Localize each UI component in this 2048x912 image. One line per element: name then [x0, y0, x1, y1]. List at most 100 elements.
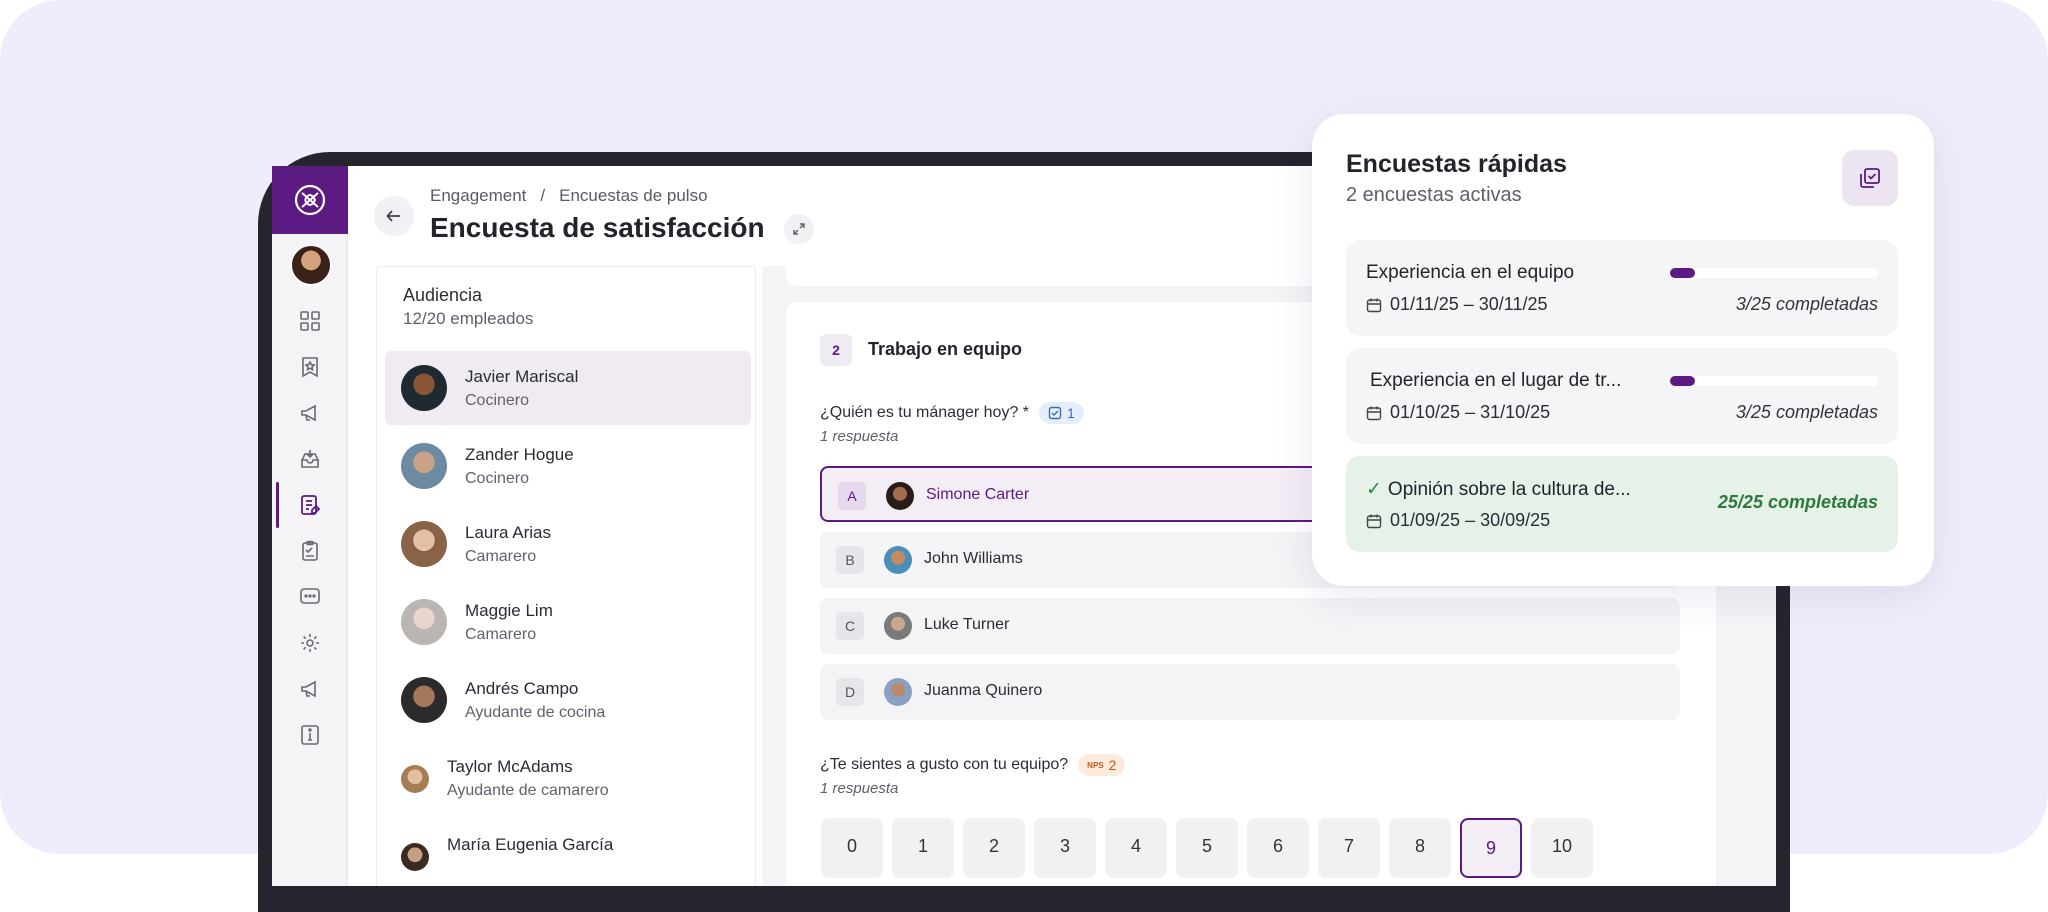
expand-icon: [793, 223, 805, 235]
inbox-download-icon[interactable]: [297, 446, 323, 472]
nps-option-9[interactable]: 9: [1460, 818, 1522, 878]
avatar: [884, 546, 912, 574]
nav-rail: [272, 166, 348, 886]
quick-surveys-title: Encuestas rápidas: [1346, 150, 1567, 178]
avatar: [401, 765, 429, 793]
question-1-chip-number: 1: [1067, 405, 1075, 421]
avatar: [401, 521, 447, 567]
section-title: Trabajo en equipo: [868, 339, 1023, 359]
audience-count: 12/20 empleados: [403, 309, 534, 328]
employee-row[interactable]: Maggie Lim Camarero: [385, 585, 751, 659]
question-1-responses: 1 respuesta: [820, 428, 899, 445]
logo-icon: [294, 184, 326, 216]
audience-panel: Audiencia 12/20 empleados Javier Marisca…: [376, 266, 756, 886]
question-1-type-chip: 1: [1039, 402, 1084, 424]
option-letter: C: [836, 612, 864, 640]
avatar: [401, 365, 447, 411]
employee-row[interactable]: Zander Hogue Cocinero: [385, 429, 751, 503]
nps-option-1[interactable]: 1: [892, 818, 954, 878]
employee-row[interactable]: María Eugenia García: [385, 819, 751, 886]
nps-tag: NPS: [1087, 760, 1104, 770]
bookmark-star-icon[interactable]: [297, 354, 323, 380]
quick-survey-card[interactable]: Experiencia en el equipo 01/11/25 – 30/1…: [1346, 240, 1898, 336]
avatar: [401, 443, 447, 489]
option-letter: A: [838, 482, 866, 510]
clipboard-check-icon[interactable]: [297, 538, 323, 564]
info-card-icon[interactable]: [297, 722, 323, 748]
employee-name: Javier Mariscal: [465, 367, 579, 386]
back-button[interactable]: [374, 196, 414, 236]
employee-name: Laura Arias: [465, 523, 551, 542]
question-1-label: ¿Quién es tu mánager hoy? * 1: [820, 402, 1084, 424]
checkbox-icon: [1048, 406, 1062, 420]
option-name: Simone Carter: [926, 486, 1030, 503]
page-title: Encuesta de satisfacción: [430, 212, 765, 243]
quick-surveys-button[interactable]: [1842, 150, 1898, 206]
nps-option-2[interactable]: 2: [963, 818, 1025, 878]
employee-name: Andrés Campo: [465, 679, 579, 698]
app-logo[interactable]: [272, 166, 348, 234]
progress-fill: [1670, 268, 1695, 278]
employee-role: Ayudante de cocina: [465, 704, 606, 721]
checkmark-icon: ✓: [1366, 479, 1382, 500]
breadcrumb-separator: /: [540, 186, 546, 205]
breadcrumb: Engagement / Encuestas de pulso: [430, 186, 708, 206]
breadcrumb-engagement[interactable]: Engagement: [430, 186, 526, 206]
option-letter: B: [836, 546, 864, 574]
avatar: [401, 843, 429, 871]
nps-option-8[interactable]: 8: [1389, 818, 1451, 878]
employee-role: Camarero: [465, 626, 537, 643]
megaphone-icon[interactable]: [297, 400, 323, 426]
employee-role: Cocinero: [465, 470, 530, 487]
breadcrumb-pulse-surveys[interactable]: Encuestas de pulso: [559, 186, 707, 206]
survey-dates: 01/09/25 – 30/09/25: [1366, 510, 1550, 531]
option-c[interactable]: C Luke Turner: [820, 598, 1680, 654]
avatar: [401, 599, 447, 645]
stacked-check-icon: [1860, 168, 1880, 188]
question-2-responses: 1 respuesta: [820, 780, 899, 797]
section-number: 2: [820, 334, 852, 366]
nps-option-3[interactable]: 3: [1034, 818, 1096, 878]
gear-icon[interactable]: [297, 630, 323, 656]
avatar: [401, 677, 447, 723]
survey-document-icon[interactable]: [297, 492, 323, 518]
survey-title-row: ✓ Opinión sobre la cultura de...: [1366, 478, 1631, 501]
megaphone-alt-icon[interactable]: [297, 676, 323, 702]
employee-row[interactable]: Laura Arias Camarero: [385, 507, 751, 581]
option-name: John Williams: [924, 550, 1023, 567]
chat-bubble-icon[interactable]: [297, 584, 323, 610]
question-2-label: ¿Te sientes a gusto con tu equipo? NPS 2: [820, 754, 1126, 776]
employee-row[interactable]: Javier Mariscal Cocinero: [385, 351, 751, 425]
nps-option-0[interactable]: 0: [821, 818, 883, 878]
employee-role: Cocinero: [465, 392, 530, 409]
expand-button[interactable]: [784, 214, 814, 244]
survey-title: Opinión sobre la cultura de...: [1387, 479, 1631, 500]
nps-option-7[interactable]: 7: [1318, 818, 1380, 878]
nps-option-10[interactable]: 10: [1531, 818, 1593, 878]
survey-title: Experiencia en el lugar de tr...: [1370, 370, 1622, 391]
nps-option-6[interactable]: 6: [1247, 818, 1309, 878]
employee-row[interactable]: Taylor McAdams Ayudante de camarero: [385, 741, 751, 815]
progress-fill: [1670, 376, 1695, 386]
option-d[interactable]: D Juanma Quinero: [820, 664, 1680, 720]
question-2-text: ¿Te sientes a gusto con tu equipo?: [820, 756, 1069, 773]
nps-option-5[interactable]: 5: [1176, 818, 1238, 878]
nps-option-4[interactable]: 4: [1105, 818, 1167, 878]
survey-completion: 3/25 completadas: [1735, 402, 1878, 422]
avatar: [884, 678, 912, 706]
survey-dates: 01/10/25 – 31/10/25: [1366, 402, 1550, 423]
survey-date-range: 01/09/25 – 30/09/25: [1390, 510, 1551, 530]
question-2-chip-number: 2: [1108, 757, 1117, 773]
quick-surveys-panel: Encuestas rápidas 2 encuestas activas Ex…: [1312, 114, 1934, 586]
employee-name: María Eugenia García: [447, 835, 614, 854]
option-letter: D: [836, 678, 864, 706]
dashboard-icon[interactable]: [297, 308, 323, 334]
quick-survey-card[interactable]: Experiencia en el lugar de tr... 01/10/2…: [1346, 348, 1898, 444]
survey-title: Experiencia en el equipo: [1366, 262, 1575, 283]
user-avatar[interactable]: [290, 244, 332, 286]
employee-row[interactable]: Andrés Campo Ayudante de cocina: [385, 663, 751, 737]
progress-track: [1670, 268, 1878, 278]
survey-completion: 25/25 completadas: [1717, 492, 1878, 512]
quick-survey-card[interactable]: ✓ Opinión sobre la cultura de... 01/09/25…: [1346, 456, 1898, 552]
question-2-type-chip: NPS 2: [1078, 754, 1126, 776]
